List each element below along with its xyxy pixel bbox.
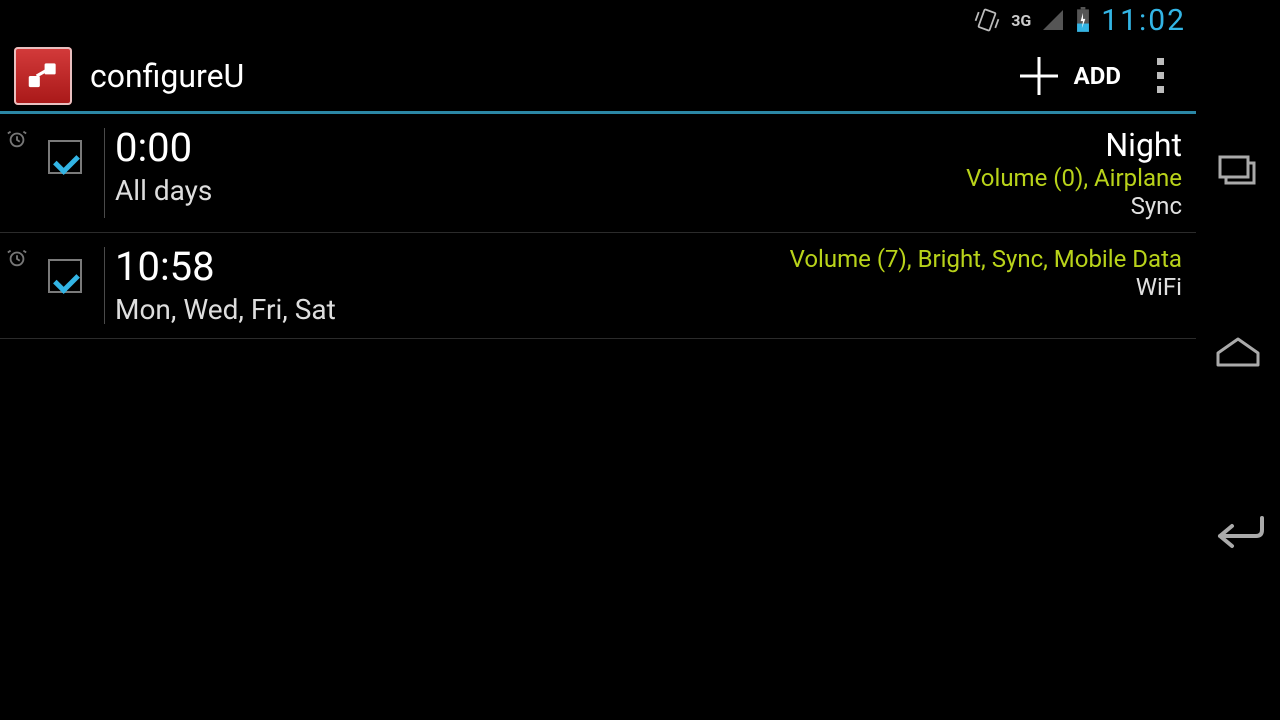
schedule-time: 10:58 [115, 245, 790, 289]
overflow-menu-button[interactable] [1139, 48, 1182, 103]
add-button-label: ADD [1074, 62, 1121, 90]
action-bar: configureU ADD [0, 40, 1196, 114]
actions-enabled: Volume (0), Airplane [966, 164, 1182, 192]
actions-disabled: WiFi [790, 273, 1182, 301]
status-clock: 11:02 [1101, 3, 1186, 38]
recent-apps-button[interactable] [1216, 150, 1260, 194]
schedule-days: Mon, Wed, Fri, Sat [115, 293, 790, 326]
actions-enabled: Volume (7), Bright, Sync, Mobile Data [790, 245, 1182, 273]
schedule-days: All days [115, 174, 966, 207]
list-item[interactable]: 0:00 All days Night Volume (0), Airplane… [0, 114, 1196, 233]
home-button[interactable] [1214, 334, 1262, 374]
network-type-label: 3G [1011, 11, 1031, 30]
alarm-icon [6, 126, 48, 220]
signal-icon [1041, 8, 1065, 32]
add-button[interactable]: ADD [1000, 45, 1139, 107]
actions-disabled: Sync [966, 192, 1182, 220]
list-item[interactable]: 10:58 Mon, Wed, Fri, Sat Volume (7), Bri… [0, 233, 1196, 339]
enable-checkbox[interactable] [48, 259, 82, 293]
status-bar: 3G 11:02 [0, 0, 1196, 40]
app-icon [14, 47, 72, 105]
divider [104, 128, 105, 218]
enable-checkbox[interactable] [48, 140, 82, 174]
app-title: configureU [90, 57, 244, 95]
back-button[interactable] [1210, 514, 1266, 554]
schedule-time: 0:00 [115, 126, 966, 170]
schedule-list: 0:00 All days Night Volume (0), Airplane… [0, 114, 1196, 339]
profile-name: Night [966, 126, 1182, 164]
plus-icon [1018, 55, 1060, 97]
alarm-icon [6, 245, 48, 326]
battery-icon [1075, 7, 1091, 33]
system-navbar [1196, 0, 1280, 720]
divider [104, 247, 105, 324]
vibrate-icon [973, 6, 1001, 34]
